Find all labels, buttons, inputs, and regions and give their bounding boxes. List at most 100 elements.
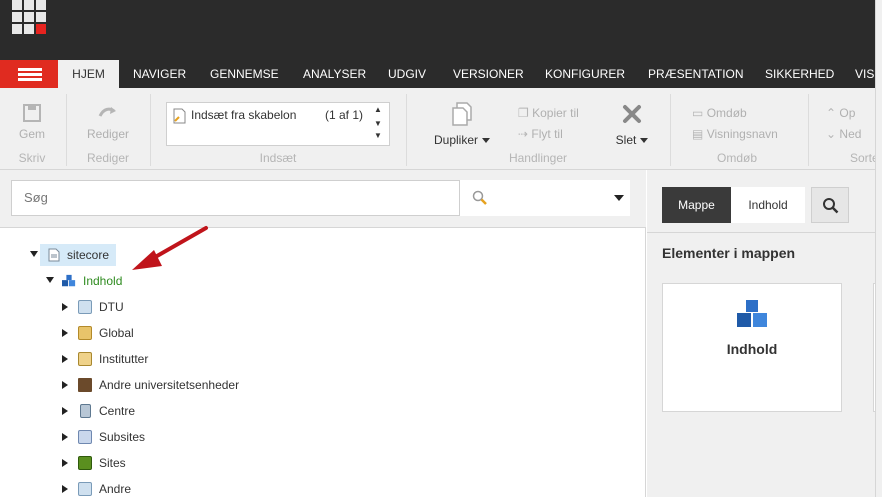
rename-icon: ▭ — [692, 106, 704, 120]
graduation-cap-icon — [78, 378, 92, 392]
tree-item-label: sitecore — [67, 248, 110, 262]
ribbon-divider — [670, 94, 671, 166]
copy-icon: ❐ — [518, 106, 529, 120]
rename-button[interactable]: ▭ Omdøb — [692, 106, 747, 120]
expand-icon[interactable] — [62, 381, 68, 389]
tree-item-label: Andre universitetsenheder — [99, 378, 240, 392]
search-icon[interactable] — [472, 190, 488, 206]
tab-udgiv[interactable]: UDGIV — [388, 60, 426, 88]
duplicate-button[interactable]: Dupliker — [428, 102, 496, 147]
copy-to-button[interactable]: ❐ Kopier til — [518, 106, 579, 120]
search-button[interactable] — [811, 187, 849, 223]
chevron-down-icon — [640, 138, 649, 144]
tree-item-label: Global — [99, 326, 134, 340]
actions-group-title: Handlinger — [508, 151, 568, 165]
ribbon-divider — [808, 94, 809, 166]
expand-icon[interactable]: ▼ — [374, 131, 382, 140]
insert-item-label[interactable]: Indsæt fra skabelon — [191, 108, 296, 122]
up-label: Op — [839, 106, 856, 120]
collapse-icon[interactable] — [30, 251, 38, 257]
down-label: Ned — [839, 127, 862, 141]
move-icon: ⇢ — [518, 127, 529, 141]
tree-item-label: Indhold — [83, 274, 123, 288]
expand-icon[interactable] — [62, 485, 68, 493]
building-icon — [78, 352, 92, 366]
display-name-label: Visningsnavn — [706, 127, 778, 141]
tab-konfigurer[interactable]: KONFIGURER — [545, 60, 625, 88]
edit-button[interactable]: Rediger — [82, 104, 134, 141]
edit-group-title: Rediger — [86, 151, 130, 165]
search-row: Søg — [0, 170, 646, 228]
save-icon — [23, 104, 41, 122]
ribbon: Gem Skriv Rediger Rediger Indsæt fra ska… — [0, 88, 882, 170]
scroll-down-icon[interactable]: ▼ — [374, 119, 382, 128]
rename-label: Omdøb — [706, 106, 747, 120]
expand-icon[interactable] — [62, 407, 68, 415]
folder-item-label: Indhold — [726, 341, 778, 357]
tab-indhold[interactable]: Indhold — [731, 187, 805, 223]
tab-hjem[interactable]: HJEM — [58, 60, 119, 88]
move-to-label: Flyt til — [531, 127, 563, 141]
write-group-title: Skriv — [18, 151, 46, 165]
copy-to-label: Kopier til — [532, 106, 579, 120]
tab-sikkerhed[interactable]: SIKKERHED — [765, 60, 834, 88]
folder-items-heading: Elementer i mappen — [662, 245, 796, 261]
tree-item-label: Institutter — [99, 352, 149, 366]
tab-praesentation[interactable]: PRÆSENTATION — [648, 60, 744, 88]
search-options[interactable] — [460, 180, 630, 216]
grid-icon — [78, 300, 92, 314]
insert-list[interactable]: Indsæt fra skabelon (1 af 1) ▲ ▼ ▼ — [166, 102, 390, 146]
office-building-icon — [80, 404, 91, 418]
duplicate-label: Dupliker — [433, 133, 478, 147]
move-down-button[interactable]: ⌄ Ned — [826, 127, 861, 141]
subsites-icon — [78, 430, 92, 444]
tab-vis[interactable]: VIS — [855, 60, 874, 88]
divider — [647, 232, 882, 233]
tab-bar-spacer — [0, 42, 882, 60]
edit-icon — [98, 107, 116, 117]
tree-item-label: DTU — [99, 300, 124, 314]
expand-icon[interactable] — [62, 459, 68, 467]
content-tree-pane: Søg sitecore Indhold DTU Global Institut… — [0, 170, 646, 497]
menu-button[interactable] — [0, 60, 58, 88]
move-up-button[interactable]: ⌃ Op — [826, 106, 855, 120]
tab-mappe[interactable]: Mappe — [662, 187, 731, 223]
ribbon-divider — [150, 94, 151, 166]
tab-naviger[interactable]: NAVIGER — [133, 60, 186, 88]
grid-icon — [78, 482, 92, 496]
delete-button[interactable]: Slet — [610, 104, 654, 147]
expand-icon[interactable] — [62, 303, 68, 311]
expand-icon[interactable] — [62, 433, 68, 441]
content-cubes-icon — [62, 274, 76, 287]
save-label: Gem — [18, 127, 45, 141]
tree-item-label: Andre — [99, 482, 132, 496]
content-cubes-icon — [737, 300, 767, 327]
tree-item-label: Subsites — [99, 430, 146, 444]
edit-label: Rediger — [86, 127, 130, 141]
display-name-button[interactable]: ▤ Visningsnavn — [692, 127, 778, 141]
expand-icon[interactable] — [62, 355, 68, 363]
scroll-up-icon[interactable]: ▲ — [374, 105, 382, 114]
collapse-icon[interactable] — [46, 277, 54, 283]
search-input[interactable]: Søg — [11, 180, 460, 216]
chevron-down-icon[interactable] — [614, 195, 624, 201]
tab-gennemse[interactable]: GENNEMSE — [210, 60, 279, 88]
tab-versioner[interactable]: VERSIONER — [453, 60, 524, 88]
chevron-down-icon: ⌄ — [826, 127, 837, 141]
expand-icon[interactable] — [62, 329, 68, 337]
save-button[interactable]: Gem — [14, 104, 50, 141]
move-to-button[interactable]: ⇢ Flyt til — [518, 127, 563, 141]
search-icon — [823, 198, 839, 214]
window-edge — [875, 0, 882, 497]
display-name-icon: ▤ — [692, 127, 704, 141]
chevron-up-icon: ⌃ — [826, 106, 837, 120]
delete-icon — [623, 105, 641, 123]
tab-analyser[interactable]: ANALYSER — [303, 60, 366, 88]
ribbon-divider — [406, 94, 407, 166]
ribbon-divider — [66, 94, 67, 166]
global-icon — [78, 326, 92, 340]
folder-pane: Mappe Indhold Elementer i mappen Indhold — [647, 170, 882, 497]
chevron-down-icon — [482, 138, 490, 144]
sitecore-logo-icon[interactable] — [12, 0, 46, 34]
folder-item-card[interactable]: Indhold — [662, 283, 842, 412]
